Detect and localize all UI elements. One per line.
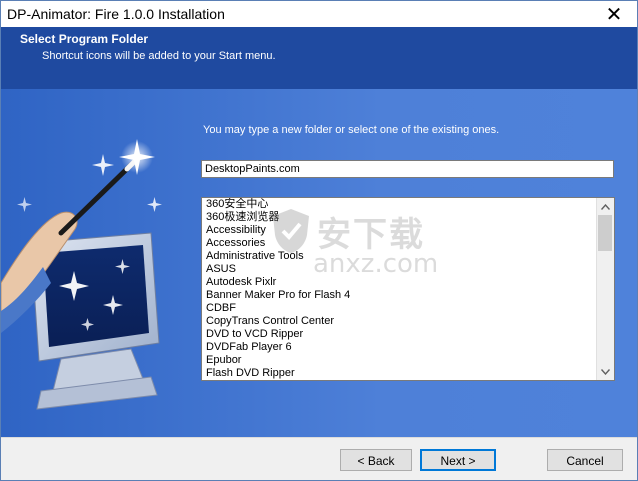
folder-list-item[interactable]: ASUS bbox=[206, 263, 596, 276]
folder-list-item[interactable]: Banner Maker Pro for Flash 4 bbox=[206, 289, 596, 302]
folder-list-items: 360安全中心 360极速浏览器 Accessibility Accessories A… bbox=[206, 198, 596, 380]
next-button[interactable]: Next > bbox=[420, 449, 496, 471]
folder-list-item[interactable]: Accessibility bbox=[206, 224, 596, 237]
folder-list-item[interactable]: 360极速浏览器 bbox=[206, 211, 596, 224]
folder-list-item[interactable]: Administrative Tools bbox=[206, 250, 596, 263]
scroll-down-button[interactable] bbox=[597, 363, 614, 380]
folder-list-item[interactable]: CDBF bbox=[206, 302, 596, 315]
existing-folders-list[interactable]: 360安全中心 360极速浏览器 Accessibility Accessories A… bbox=[201, 197, 615, 381]
scroll-thumb[interactable] bbox=[598, 215, 612, 251]
folder-list-item[interactable]: CopyTrans Control Center bbox=[206, 315, 596, 328]
wizard-body: You may type a new folder or select one … bbox=[1, 89, 637, 437]
folder-list-item[interactable]: DVDFab Player 6 bbox=[206, 341, 596, 354]
back-button[interactable]: < Back bbox=[340, 449, 412, 471]
folder-instruction: You may type a new folder or select one … bbox=[203, 124, 500, 136]
scroll-up-button[interactable] bbox=[597, 198, 614, 215]
title-bar[interactable]: DP-Animator: Fire 1.0.0 Installation ✕ bbox=[1, 1, 637, 27]
folder-list-item[interactable]: Epubor bbox=[206, 354, 596, 367]
folder-list-item[interactable]: 360安全中心 bbox=[206, 198, 596, 211]
folder-list-item[interactable]: Accessories bbox=[206, 237, 596, 250]
folder-list-scrollbar[interactable] bbox=[596, 198, 614, 380]
chevron-up-icon bbox=[601, 203, 610, 210]
folder-list-item[interactable]: Flash DVD Ripper bbox=[206, 367, 596, 380]
folder-list-item[interactable]: DVD to VCD Ripper bbox=[206, 328, 596, 341]
window-title: DP-Animator: Fire 1.0.0 Installation bbox=[7, 6, 225, 22]
folder-list-item[interactable]: Autodesk Pixlr bbox=[206, 276, 596, 289]
wizard-header: Select Program Folder Shortcut icons wil… bbox=[1, 27, 637, 89]
close-icon: ✕ bbox=[605, 3, 623, 26]
close-button[interactable]: ✕ bbox=[591, 1, 637, 27]
program-folder-input[interactable] bbox=[201, 160, 614, 178]
chevron-down-icon bbox=[601, 368, 610, 375]
installer-window: DP-Animator: Fire 1.0.0 Installation ✕ S… bbox=[0, 0, 638, 481]
page-subtitle: Shortcut icons will be added to your Sta… bbox=[42, 50, 276, 62]
page-title: Select Program Folder bbox=[20, 32, 149, 46]
wizard-footer: < Back Next > Cancel bbox=[1, 437, 637, 480]
magic-wand-monitor-illustration bbox=[1, 139, 162, 410]
cancel-button[interactable]: Cancel bbox=[547, 449, 623, 471]
